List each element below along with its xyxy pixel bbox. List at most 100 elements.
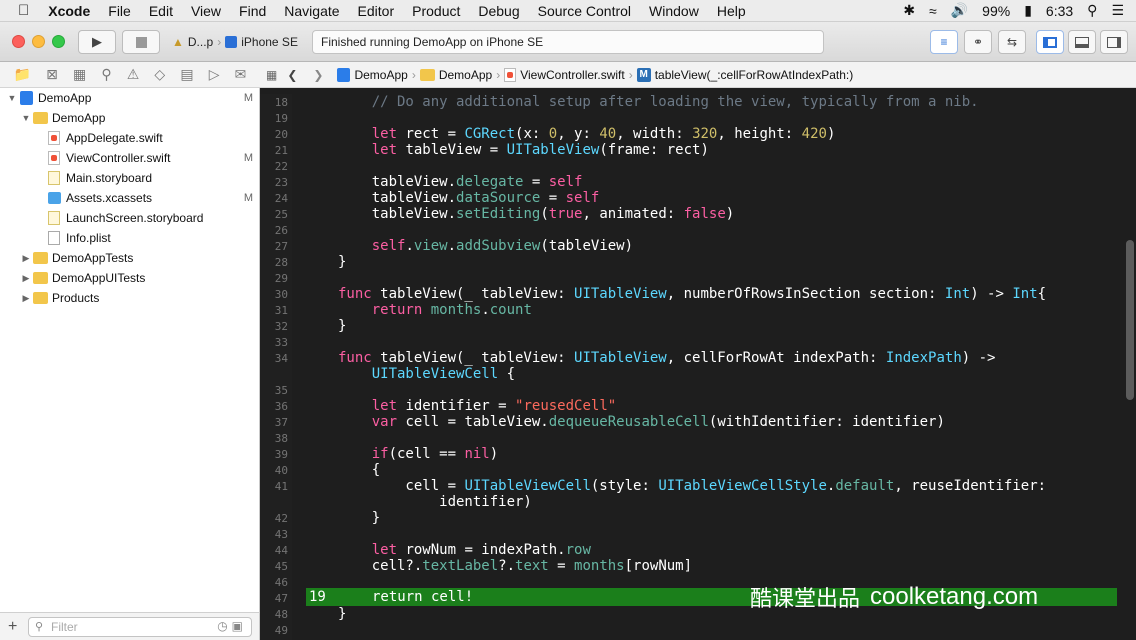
crumb-project[interactable]: DemoApp [337,67,408,82]
navigator-tabs: 📁 ⊠ ▦ ⚲ ⚠ ◇ ▤ ▷ ✉ [0,62,260,88]
minimize-window-button[interactable] [32,35,45,48]
symbol-navigator-tab-icon[interactable]: ▦ [73,66,86,83]
navigator-item[interactable]: Info.plist [0,228,259,248]
related-items-icon[interactable]: ▦ [266,68,277,82]
code-token: . [447,238,457,254]
source-editor[interactable]: 18 // Do any additional setup after load… [260,88,1136,640]
back-arrow-icon[interactable]: ❮ [287,68,297,82]
navigator-item[interactable]: ▼ DemoApp M [0,88,259,108]
menu-product[interactable]: Product [403,3,469,19]
editor-top-edge [260,88,1136,94]
forward-arrow-icon[interactable]: ❯ [313,68,323,82]
report-navigator-tab-icon[interactable]: ✉ [235,66,247,83]
navigator-item-label: Products [52,291,100,305]
find-navigator-tab-icon[interactable]: ⚲ [101,66,111,83]
filter-options-icon[interactable]: ◷▣ [217,619,247,633]
crumb-group[interactable]: DemoApp [419,68,492,82]
menu-navigate[interactable]: Navigate [275,3,348,19]
crumb-file[interactable]: ViewController.swift [504,67,625,82]
navigator-item-label: DemoApp [38,91,92,105]
close-window-button[interactable] [12,35,25,48]
highlight-code: return cell! [372,588,473,606]
folder-icon [419,68,435,81]
jump-bar: ▦ ❮ ❯ DemoApp › DemoApp › ViewController… [260,62,1136,88]
code-token: delegate [456,174,524,190]
bluetooth-icon[interactable]: ✱ [903,2,915,19]
disclosure-closed-icon[interactable]: ▶ [20,273,32,284]
code-token: func [338,286,372,302]
code-token: true [548,206,583,222]
menu-source-control[interactable]: Source Control [529,3,640,19]
clock[interactable]: 6:33 [1046,3,1073,19]
right-panel-icon [1107,36,1121,48]
toggle-debug-area-button[interactable] [1068,30,1096,54]
toggle-navigator-button[interactable] [1036,30,1064,54]
vertical-scrollbar[interactable] [1126,240,1134,400]
activity-status: Finished running DemoApp on iPhone SE [312,30,824,54]
stop-button[interactable] [122,30,160,54]
project-icon [337,67,351,82]
line-number: 47 [274,592,288,605]
debug-navigator-tab-icon[interactable]: ▤ [180,66,193,83]
run-button[interactable]: ▶ [78,30,116,54]
code-line: { [338,462,380,478]
navigator-item[interactable]: ▶ Products [0,288,259,308]
code-token: (frame: rect) [599,142,709,158]
disclosure-closed-icon[interactable]: ▶ [20,293,32,304]
version-editor-button[interactable]: ⇆ [998,30,1026,54]
filter-placeholder: Filter [51,620,78,634]
disclosure-closed-icon[interactable]: ▶ [20,253,32,264]
toggle-utilities-button[interactable] [1100,30,1128,54]
battery-percent[interactable]: 99% [982,3,1010,19]
source-control-navigator-tab-icon[interactable]: ⊠ [46,66,58,83]
folder-icon [32,251,48,265]
menu-editor[interactable]: Editor [349,3,404,19]
code-token: = [523,174,549,190]
breakpoint-navigator-tab-icon[interactable]: ▷ [209,66,220,83]
navigator-item[interactable]: ▶ DemoAppUITests [0,268,259,288]
zoom-window-button[interactable] [52,35,65,48]
spotlight-icon[interactable]: ⚲ [1087,2,1097,19]
code-token: ) [489,446,499,462]
code-token: UITableViewCell [464,478,591,494]
code-token: tableView. [338,206,457,222]
menu-view[interactable]: View [182,3,230,19]
test-navigator-tab-icon[interactable]: ◇ [154,66,165,83]
menu-debug[interactable]: Debug [469,3,528,19]
code-token: months [430,302,482,318]
navigator-item[interactable]: ▶ DemoAppTests [0,248,259,268]
disclosure-open-icon[interactable]: ▼ [20,113,32,123]
menu-edit[interactable]: Edit [140,3,182,19]
navigator-item[interactable]: ▼ DemoApp [0,108,259,128]
code-token: tableView(_ tableView: [371,350,575,366]
assistant-editor-button[interactable]: ⚭ [964,30,992,54]
menu-help[interactable]: Help [708,3,755,19]
code-token: view [413,238,448,254]
issue-navigator-tab-icon[interactable]: ⚠ [127,66,140,83]
menu-find[interactable]: Find [230,3,275,19]
navigator-item[interactable]: AppDelegate.swift [0,128,259,148]
notification-icon[interactable]: ☰ [1111,2,1124,19]
menu-app-name[interactable]: Xcode [39,3,99,19]
apple-icon[interactable]:  [0,2,39,19]
menu-window[interactable]: Window [640,3,708,19]
add-file-icon[interactable]: + [8,618,17,636]
filter-input[interactable]: ⚲ Filter ◷▣ [28,617,252,637]
watermark: 酷课堂出品 coolketang.com [750,583,1038,612]
standard-editor-button[interactable]: ≡ [930,30,958,54]
wifi-icon[interactable]: ≈ [929,3,937,19]
scheme-selector[interactable]: ▲ D...p › iPhone SE [168,30,304,54]
disclosure-open-icon[interactable]: ▼ [6,93,18,103]
folder-glyph [32,112,48,124]
line-number: 31 [274,304,288,317]
crumb-method[interactable]: MtableView(_:cellForRowAtIndexPath:) [636,67,853,82]
navigator-item[interactable]: Assets.xcassets M [0,188,259,208]
navigator-item[interactable]: Main.storyboard [0,168,259,188]
volume-icon[interactable]: 🔊 [951,2,968,19]
project-navigator-tab-icon[interactable]: 📁 [14,66,31,83]
menu-file[interactable]: File [99,3,140,19]
navigator-item[interactable]: ViewController.swift M [0,148,259,168]
navigator-item[interactable]: LaunchScreen.storyboard [0,208,259,228]
